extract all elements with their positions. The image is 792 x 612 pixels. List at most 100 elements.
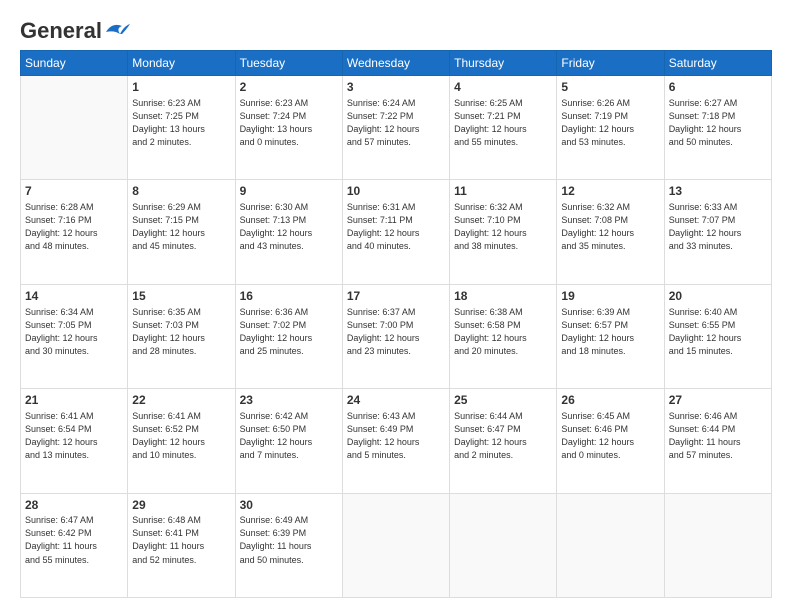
week-row-2: 14Sunrise: 6:34 AM Sunset: 7:05 PM Dayli…: [21, 284, 772, 388]
day-cell: 27Sunrise: 6:46 AM Sunset: 6:44 PM Dayli…: [664, 389, 771, 493]
day-info: Sunrise: 6:48 AM Sunset: 6:41 PM Dayligh…: [132, 514, 230, 566]
calendar-table: SundayMondayTuesdayWednesdayThursdayFrid…: [20, 50, 772, 598]
day-number: 23: [240, 392, 338, 409]
day-number: 4: [454, 79, 552, 96]
day-info: Sunrise: 6:28 AM Sunset: 7:16 PM Dayligh…: [25, 201, 123, 253]
day-info: Sunrise: 6:31 AM Sunset: 7:11 PM Dayligh…: [347, 201, 445, 253]
day-info: Sunrise: 6:33 AM Sunset: 7:07 PM Dayligh…: [669, 201, 767, 253]
day-cell: 6Sunrise: 6:27 AM Sunset: 7:18 PM Daylig…: [664, 76, 771, 180]
day-number: 29: [132, 497, 230, 514]
day-info: Sunrise: 6:32 AM Sunset: 7:08 PM Dayligh…: [561, 201, 659, 253]
week-row-3: 21Sunrise: 6:41 AM Sunset: 6:54 PM Dayli…: [21, 389, 772, 493]
day-number: 17: [347, 288, 445, 305]
day-number: 10: [347, 183, 445, 200]
day-cell: 9Sunrise: 6:30 AM Sunset: 7:13 PM Daylig…: [235, 180, 342, 284]
header: General: [20, 18, 772, 40]
day-cell: 17Sunrise: 6:37 AM Sunset: 7:00 PM Dayli…: [342, 284, 449, 388]
day-cell: 23Sunrise: 6:42 AM Sunset: 6:50 PM Dayli…: [235, 389, 342, 493]
day-cell: [557, 493, 664, 597]
day-info: Sunrise: 6:41 AM Sunset: 6:54 PM Dayligh…: [25, 410, 123, 462]
day-info: Sunrise: 6:32 AM Sunset: 7:10 PM Dayligh…: [454, 201, 552, 253]
day-cell: 22Sunrise: 6:41 AM Sunset: 6:52 PM Dayli…: [128, 389, 235, 493]
logo-bird-icon: [102, 20, 132, 42]
day-number: 27: [669, 392, 767, 409]
day-info: Sunrise: 6:36 AM Sunset: 7:02 PM Dayligh…: [240, 306, 338, 358]
day-number: 5: [561, 79, 659, 96]
week-row-1: 7Sunrise: 6:28 AM Sunset: 7:16 PM Daylig…: [21, 180, 772, 284]
day-number: 8: [132, 183, 230, 200]
weekday-header-tuesday: Tuesday: [235, 51, 342, 76]
day-cell: 11Sunrise: 6:32 AM Sunset: 7:10 PM Dayli…: [450, 180, 557, 284]
day-info: Sunrise: 6:43 AM Sunset: 6:49 PM Dayligh…: [347, 410, 445, 462]
day-info: Sunrise: 6:25 AM Sunset: 7:21 PM Dayligh…: [454, 97, 552, 149]
week-row-4: 28Sunrise: 6:47 AM Sunset: 6:42 PM Dayli…: [21, 493, 772, 597]
weekday-header-thursday: Thursday: [450, 51, 557, 76]
day-cell: 25Sunrise: 6:44 AM Sunset: 6:47 PM Dayli…: [450, 389, 557, 493]
day-info: Sunrise: 6:23 AM Sunset: 7:25 PM Dayligh…: [132, 97, 230, 149]
day-number: 20: [669, 288, 767, 305]
day-number: 19: [561, 288, 659, 305]
day-cell: 8Sunrise: 6:29 AM Sunset: 7:15 PM Daylig…: [128, 180, 235, 284]
day-number: 3: [347, 79, 445, 96]
day-cell: 2Sunrise: 6:23 AM Sunset: 7:24 PM Daylig…: [235, 76, 342, 180]
day-number: 14: [25, 288, 123, 305]
day-info: Sunrise: 6:39 AM Sunset: 6:57 PM Dayligh…: [561, 306, 659, 358]
logo-general: General: [20, 18, 102, 44]
weekday-header-row: SundayMondayTuesdayWednesdayThursdayFrid…: [21, 51, 772, 76]
day-info: Sunrise: 6:41 AM Sunset: 6:52 PM Dayligh…: [132, 410, 230, 462]
day-number: 2: [240, 79, 338, 96]
day-number: 11: [454, 183, 552, 200]
day-cell: 14Sunrise: 6:34 AM Sunset: 7:05 PM Dayli…: [21, 284, 128, 388]
day-info: Sunrise: 6:37 AM Sunset: 7:00 PM Dayligh…: [347, 306, 445, 358]
day-cell: 18Sunrise: 6:38 AM Sunset: 6:58 PM Dayli…: [450, 284, 557, 388]
day-cell: 12Sunrise: 6:32 AM Sunset: 7:08 PM Dayli…: [557, 180, 664, 284]
day-cell: 13Sunrise: 6:33 AM Sunset: 7:07 PM Dayli…: [664, 180, 771, 284]
logo: General: [20, 18, 132, 40]
day-cell: 3Sunrise: 6:24 AM Sunset: 7:22 PM Daylig…: [342, 76, 449, 180]
week-row-0: 1Sunrise: 6:23 AM Sunset: 7:25 PM Daylig…: [21, 76, 772, 180]
weekday-header-wednesday: Wednesday: [342, 51, 449, 76]
day-cell: 1Sunrise: 6:23 AM Sunset: 7:25 PM Daylig…: [128, 76, 235, 180]
day-number: 13: [669, 183, 767, 200]
day-cell: 19Sunrise: 6:39 AM Sunset: 6:57 PM Dayli…: [557, 284, 664, 388]
day-cell: 20Sunrise: 6:40 AM Sunset: 6:55 PM Dayli…: [664, 284, 771, 388]
day-cell: 7Sunrise: 6:28 AM Sunset: 7:16 PM Daylig…: [21, 180, 128, 284]
day-number: 22: [132, 392, 230, 409]
day-info: Sunrise: 6:23 AM Sunset: 7:24 PM Dayligh…: [240, 97, 338, 149]
day-cell: [450, 493, 557, 597]
day-number: 30: [240, 497, 338, 514]
day-cell: 24Sunrise: 6:43 AM Sunset: 6:49 PM Dayli…: [342, 389, 449, 493]
day-info: Sunrise: 6:44 AM Sunset: 6:47 PM Dayligh…: [454, 410, 552, 462]
day-number: 1: [132, 79, 230, 96]
day-info: Sunrise: 6:30 AM Sunset: 7:13 PM Dayligh…: [240, 201, 338, 253]
day-cell: 21Sunrise: 6:41 AM Sunset: 6:54 PM Dayli…: [21, 389, 128, 493]
day-number: 6: [669, 79, 767, 96]
day-cell: 28Sunrise: 6:47 AM Sunset: 6:42 PM Dayli…: [21, 493, 128, 597]
day-number: 25: [454, 392, 552, 409]
day-cell: 26Sunrise: 6:45 AM Sunset: 6:46 PM Dayli…: [557, 389, 664, 493]
day-cell: [664, 493, 771, 597]
weekday-header-friday: Friday: [557, 51, 664, 76]
day-info: Sunrise: 6:47 AM Sunset: 6:42 PM Dayligh…: [25, 514, 123, 566]
day-info: Sunrise: 6:24 AM Sunset: 7:22 PM Dayligh…: [347, 97, 445, 149]
day-info: Sunrise: 6:27 AM Sunset: 7:18 PM Dayligh…: [669, 97, 767, 149]
day-number: 7: [25, 183, 123, 200]
day-cell: 4Sunrise: 6:25 AM Sunset: 7:21 PM Daylig…: [450, 76, 557, 180]
day-number: 15: [132, 288, 230, 305]
day-info: Sunrise: 6:34 AM Sunset: 7:05 PM Dayligh…: [25, 306, 123, 358]
day-info: Sunrise: 6:26 AM Sunset: 7:19 PM Dayligh…: [561, 97, 659, 149]
day-info: Sunrise: 6:45 AM Sunset: 6:46 PM Dayligh…: [561, 410, 659, 462]
day-cell: 15Sunrise: 6:35 AM Sunset: 7:03 PM Dayli…: [128, 284, 235, 388]
day-info: Sunrise: 6:40 AM Sunset: 6:55 PM Dayligh…: [669, 306, 767, 358]
day-cell: 30Sunrise: 6:49 AM Sunset: 6:39 PM Dayli…: [235, 493, 342, 597]
weekday-header-sunday: Sunday: [21, 51, 128, 76]
day-cell: 16Sunrise: 6:36 AM Sunset: 7:02 PM Dayli…: [235, 284, 342, 388]
day-number: 9: [240, 183, 338, 200]
day-number: 28: [25, 497, 123, 514]
day-number: 16: [240, 288, 338, 305]
day-cell: 10Sunrise: 6:31 AM Sunset: 7:11 PM Dayli…: [342, 180, 449, 284]
day-info: Sunrise: 6:46 AM Sunset: 6:44 PM Dayligh…: [669, 410, 767, 462]
day-info: Sunrise: 6:49 AM Sunset: 6:39 PM Dayligh…: [240, 514, 338, 566]
day-number: 24: [347, 392, 445, 409]
day-number: 26: [561, 392, 659, 409]
